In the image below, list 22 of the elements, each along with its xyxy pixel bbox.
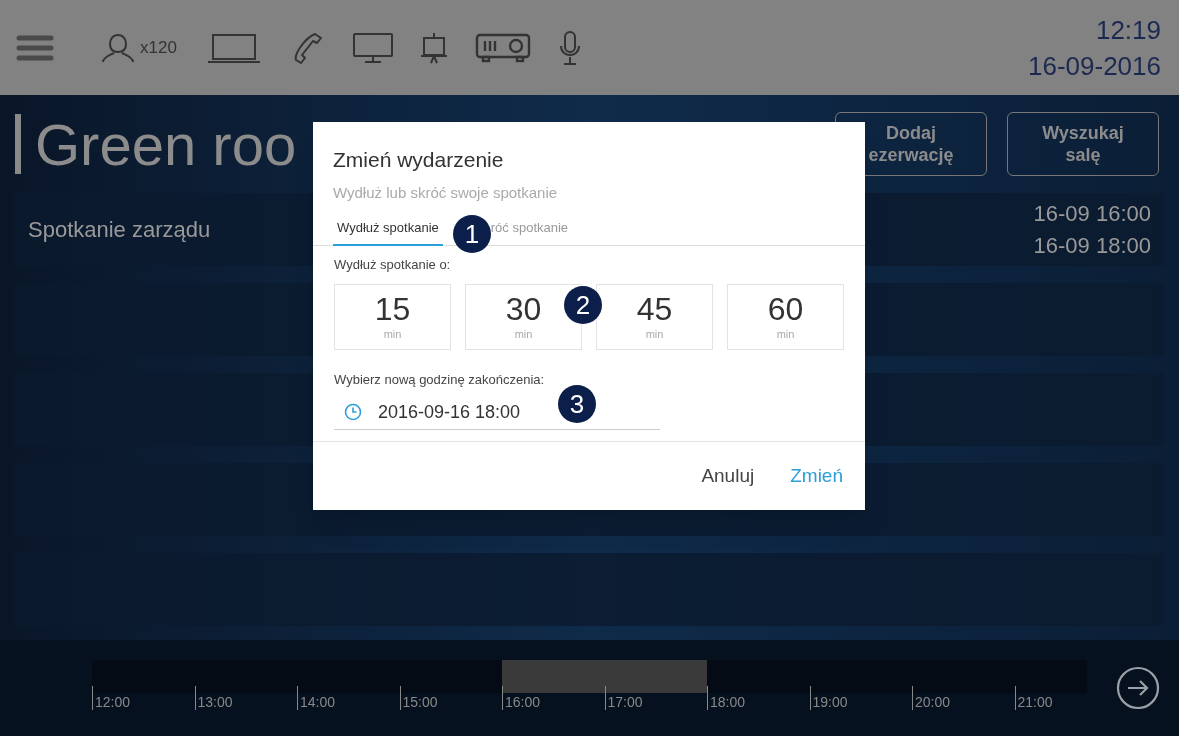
timeline-tick: 17:00 [604, 686, 643, 710]
timeline-tick: 16:00 [502, 686, 541, 710]
end-time-label: Wybierz nową godzinę zakończenia: [334, 371, 546, 389]
capacity-text: x120 [140, 36, 177, 59]
timeline-tick: 14:00 [297, 686, 336, 710]
timeline-tick: 19:00 [809, 686, 848, 710]
dialog-subtitle: Wydłuż lub skróć swoje spotkanie [333, 182, 559, 203]
meeting-start: 16-09 16:00 [1033, 199, 1151, 228]
timeline-tick: 13:00 [194, 686, 233, 710]
clock-date: 16-09-2016 [1028, 50, 1161, 81]
extend-label: Wydłuż spotkanie o: [334, 255, 452, 274]
room-title: Green roo [35, 112, 297, 178]
timeline-tick: 15:00 [399, 686, 438, 710]
timeline-tick: 20:00 [912, 686, 951, 710]
meeting-end: 16-09 18:00 [1033, 231, 1151, 260]
timeline-tick: 18:00 [707, 686, 746, 710]
timeline-tick: 21:00 [1014, 686, 1053, 710]
timeline-tick: 12:00 [92, 686, 131, 710]
dialog-title: Zmień wydarzenie [333, 147, 505, 173]
meeting-name: Spotkanie zarządu [28, 216, 211, 244]
clock-time: 12:19 [1095, 14, 1161, 45]
end-time-value: 2016-09-16 18:00 [378, 400, 521, 424]
